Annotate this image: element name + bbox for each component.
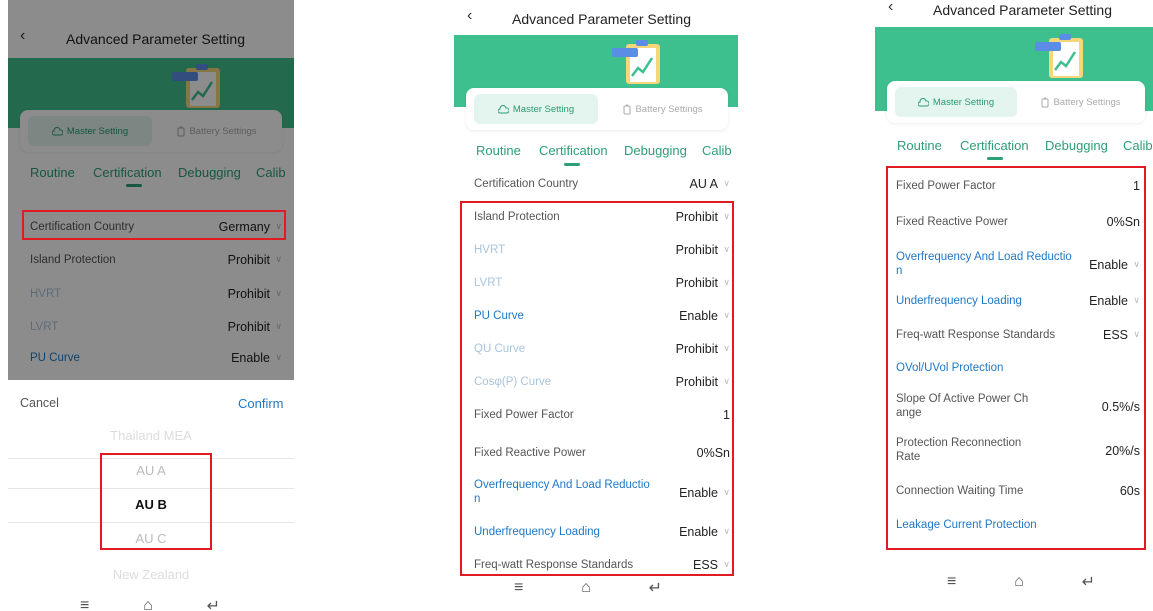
back-nav-icon[interactable]: ↵ xyxy=(649,578,662,598)
master-setting-button[interactable]: Master Setting xyxy=(474,94,598,124)
screen-2: ‹ Advanced Parameter Setting Master Sett… xyxy=(454,0,738,611)
chevron-down-icon: ∨ xyxy=(723,178,730,188)
system-nav-bar: ≡ ⌂ ↵ xyxy=(80,596,220,611)
clipboard-chart-icon xyxy=(1035,34,1083,78)
picker-option[interactable]: Thailand MEA xyxy=(8,428,294,443)
screen-1: ‹ Advanced Parameter Setting Master Sett… xyxy=(8,0,294,611)
tab-certification[interactable]: Certification xyxy=(960,138,1029,153)
highlight-box xyxy=(460,201,734,576)
picker-option[interactable]: New Zealand xyxy=(8,567,294,582)
back-icon[interactable]: ‹ xyxy=(888,0,893,16)
active-tab-indicator xyxy=(987,157,1003,160)
mode-toggle: Master Setting Battery Settings xyxy=(887,81,1145,123)
mode-toggle: Master Setting Battery Settings xyxy=(466,88,728,130)
back-nav-icon[interactable]: ↵ xyxy=(207,596,220,611)
setting-label: Certification Country xyxy=(474,178,579,190)
cloud-icon xyxy=(917,97,929,106)
highlight-box xyxy=(22,210,286,240)
system-nav-bar: ≡ ⌂ ↵ xyxy=(514,578,662,598)
menu-icon[interactable]: ≡ xyxy=(514,579,523,597)
clipboard-chart-icon xyxy=(612,40,660,84)
tab-calib[interactable]: Calib xyxy=(702,143,732,158)
tab-bar: Routine Certification Debugging Calib xyxy=(875,138,1153,158)
battery-icon xyxy=(623,104,631,114)
home-icon[interactable]: ⌂ xyxy=(581,579,591,597)
page-title: Advanced Parameter Setting xyxy=(512,11,691,27)
highlight-box xyxy=(100,453,212,550)
tab-calib[interactable]: Calib xyxy=(1123,138,1153,153)
tab-routine[interactable]: Routine xyxy=(476,143,521,158)
tab-debugging[interactable]: Debugging xyxy=(624,143,687,158)
home-icon[interactable]: ⌂ xyxy=(1014,573,1024,591)
menu-icon[interactable]: ≡ xyxy=(80,597,89,611)
active-tab-indicator xyxy=(564,163,580,166)
battery-settings-button[interactable]: Battery Settings xyxy=(604,94,722,124)
screen-3: ‹ Advanced Parameter Setting Master Sett… xyxy=(875,0,1153,611)
cloud-icon xyxy=(497,104,509,113)
confirm-button[interactable]: Confirm xyxy=(238,396,284,411)
tab-bar: Routine Certification Debugging Calib xyxy=(454,143,738,163)
modal-backdrop[interactable] xyxy=(8,0,294,380)
back-nav-icon[interactable]: ↵ xyxy=(1082,572,1095,592)
highlight-box xyxy=(886,166,1146,550)
cancel-button[interactable]: Cancel xyxy=(20,396,59,410)
back-icon[interactable]: ‹ xyxy=(467,7,472,25)
home-icon[interactable]: ⌂ xyxy=(143,597,153,611)
battery-settings-button[interactable]: Battery Settings xyxy=(1023,87,1139,117)
setting-value: AU A xyxy=(689,177,719,191)
tab-debugging[interactable]: Debugging xyxy=(1045,138,1108,153)
tab-certification[interactable]: Certification xyxy=(539,143,608,158)
master-setting-button[interactable]: Master Setting xyxy=(895,87,1017,117)
battery-icon xyxy=(1041,97,1049,107)
system-nav-bar: ≡ ⌂ ↵ xyxy=(947,572,1095,592)
tab-routine[interactable]: Routine xyxy=(897,138,942,153)
page-title: Advanced Parameter Setting xyxy=(933,2,1112,18)
menu-icon[interactable]: ≡ xyxy=(947,573,956,591)
